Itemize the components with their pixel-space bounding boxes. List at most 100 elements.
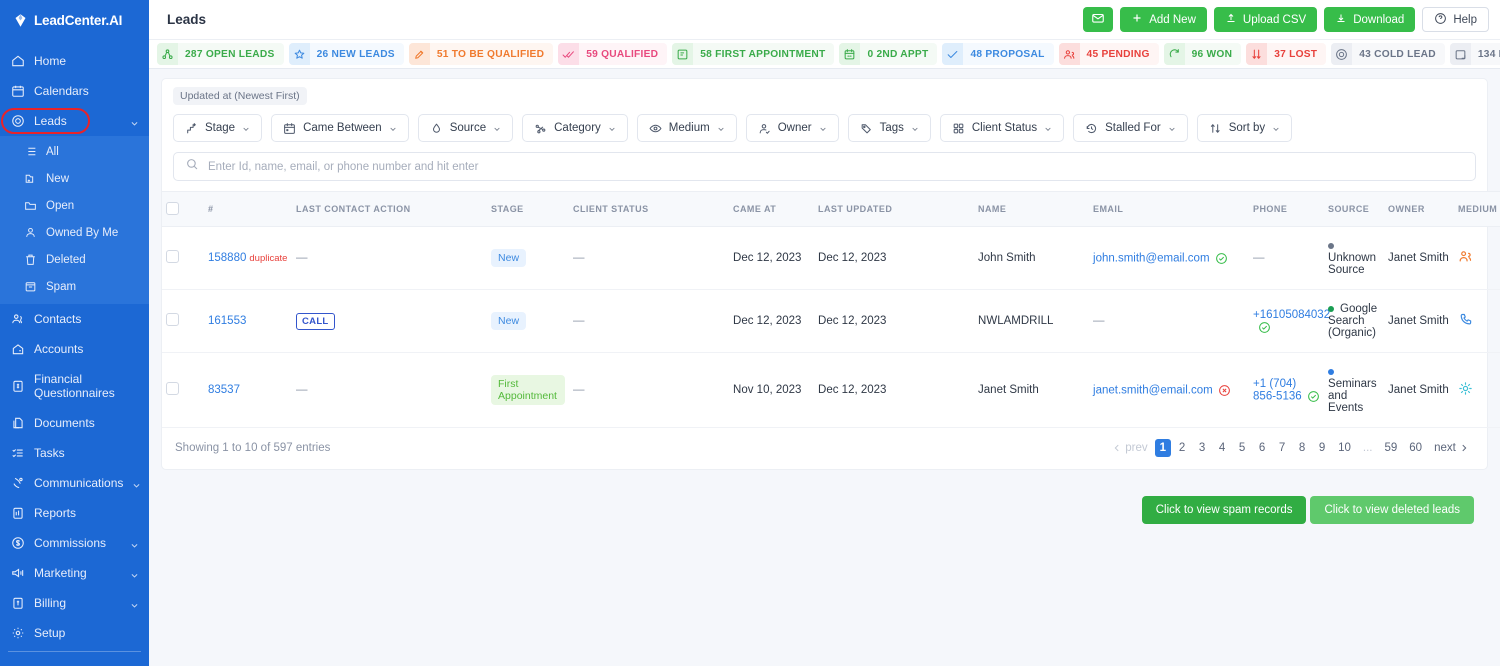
sidebar-item-communications[interactable]: Communications: [0, 468, 149, 498]
filter-stalled-for[interactable]: Stalled For: [1073, 114, 1188, 142]
sidebar-item-tasks[interactable]: Tasks: [0, 438, 149, 468]
status-pill-6[interactable]: 48 PROPOSAL: [942, 43, 1054, 65]
pagination-page[interactable]: 60: [1404, 439, 1427, 457]
upload-csv-button[interactable]: Upload CSV: [1213, 7, 1318, 32]
sort-indicator-row: Updated at (Newest First): [162, 79, 1487, 105]
col-medium[interactable]: MEDIUM: [1454, 191, 1500, 227]
col-id[interactable]: #: [204, 191, 292, 227]
phone-value[interactable]: +16105084032: [1253, 309, 1330, 321]
sidebar-item-leads-spam[interactable]: Spam: [0, 273, 149, 300]
filter-came-between[interactable]: Came Between: [271, 114, 409, 142]
col-source[interactable]: SOURCE: [1324, 191, 1385, 227]
sidebar-item-documents[interactable]: Documents: [0, 408, 149, 438]
sidebar-item-setup[interactable]: Setup: [0, 618, 149, 648]
row-checkbox[interactable]: [166, 250, 179, 263]
col-owner[interactable]: OWNER: [1384, 191, 1455, 227]
row-phone-cell: +16105084032: [1249, 289, 1330, 353]
status-pill-10[interactable]: 43 COLD LEAD: [1331, 43, 1445, 65]
col-email[interactable]: EMAIL: [1089, 191, 1250, 227]
status-pill-2[interactable]: 51 TO BE QUALIFIED: [408, 43, 554, 65]
col-last-updated[interactable]: LAST UPDATED: [814, 191, 975, 227]
download-button[interactable]: Download: [1324, 7, 1416, 32]
pagination-page[interactable]: 7: [1273, 439, 1291, 457]
col-client-status[interactable]: CLIENT STATUS: [569, 191, 730, 227]
sidebar-item-leads-open[interactable]: Open: [0, 192, 149, 219]
status-pill-11[interactable]: 134 DISENGAGED: [1449, 43, 1500, 65]
email-button[interactable]: [1083, 7, 1114, 32]
search-box[interactable]: [173, 152, 1476, 181]
pagination-page[interactable]: 8: [1293, 439, 1311, 457]
help-label: Help: [1453, 13, 1477, 26]
status-pill-8[interactable]: 96 WON: [1163, 43, 1242, 65]
search-input[interactable]: [208, 160, 1464, 173]
status-pill-0[interactable]: 287 OPEN LEADS: [157, 43, 284, 65]
view-deleted-leads-button[interactable]: Click to view deleted leads: [1310, 496, 1474, 524]
email-value[interactable]: janet.smith@email.com: [1093, 384, 1213, 396]
person-check-icon: [758, 122, 771, 135]
lead-id-link[interactable]: 158880: [208, 252, 246, 264]
help-button[interactable]: Help: [1422, 7, 1489, 32]
table-row[interactable]: 158880 duplicate — New — Dec 12, 2023 Dec 12, …: [162, 226, 1500, 290]
pagination-page[interactable]: 9: [1313, 439, 1331, 457]
pagination-page[interactable]: 10: [1333, 439, 1356, 457]
sidebar-item-commissions[interactable]: Commissions: [0, 528, 149, 558]
sidebar-item-leads-all[interactable]: All: [0, 138, 149, 165]
col-last-contact-action[interactable]: LAST CONTACT ACTION: [292, 191, 488, 227]
pagination-page[interactable]: 6: [1253, 439, 1271, 457]
status-pill-5[interactable]: 0 2ND APPT: [839, 43, 938, 65]
filter-stage[interactable]: Stage: [173, 114, 263, 142]
sort-chip[interactable]: Updated at (Newest First): [173, 87, 307, 105]
col-came-at[interactable]: CAME AT: [729, 191, 815, 227]
pagination-page[interactable]: 59: [1379, 439, 1402, 457]
pagination-page[interactable]: 3: [1193, 439, 1211, 457]
lead-id-link[interactable]: 83537: [208, 384, 240, 396]
col-phone[interactable]: PHONE: [1249, 191, 1325, 227]
sidebar-item-leads-owned-by-me[interactable]: Owned By Me: [0, 219, 149, 246]
table-row[interactable]: 161553 CALL New — Dec 12, 2023 Dec 12, 2023 NW…: [162, 289, 1500, 353]
pagination-page[interactable]: 2: [1173, 439, 1191, 457]
filter-medium[interactable]: Medium: [636, 114, 737, 142]
sidebar-item-billing[interactable]: Billing: [0, 588, 149, 618]
sidebar-item-contacts[interactable]: Contacts: [0, 304, 149, 334]
sidebar-item-financial-questionnaires[interactable]: Financial Questionnaires: [0, 364, 149, 408]
status-pill-3[interactable]: 59 QUALIFIED: [558, 43, 668, 65]
status-pill-7[interactable]: 45 PENDING: [1058, 43, 1159, 65]
sidebar-item-home[interactable]: Home: [0, 46, 149, 76]
status-pill-1[interactable]: 26 NEW LEADS: [288, 43, 404, 65]
row-checkbox[interactable]: [166, 382, 179, 395]
sidebar-item-reports[interactable]: Reports: [0, 498, 149, 528]
filter-category[interactable]: Category: [522, 114, 628, 142]
pagination-page[interactable]: 4: [1213, 439, 1231, 457]
email-value[interactable]: john.smith@email.com: [1093, 252, 1210, 264]
status-pill-4[interactable]: 58 FIRST APPOINTMENT: [672, 43, 835, 65]
filter-source[interactable]: Source: [417, 114, 514, 142]
table-row[interactable]: 83537 — First Appointment — Nov 10, 2023 Dec …: [162, 352, 1500, 428]
view-spam-records-button[interactable]: Click to view spam records: [1141, 496, 1307, 524]
sidebar-item-leads-new[interactable]: New: [0, 165, 149, 192]
brand[interactable]: LeadCenter.AI: [0, 0, 149, 40]
add-new-button[interactable]: Add New: [1120, 7, 1207, 32]
sort-arrows-icon: [1209, 122, 1222, 135]
filter-client-status[interactable]: Client Status: [939, 114, 1065, 142]
phone-value[interactable]: +1 (704) 856-5136: [1253, 378, 1302, 403]
sidebar-item-calendars[interactable]: Calendars: [0, 76, 149, 106]
select-all-checkbox[interactable]: [166, 201, 179, 215]
sidebar-item-leads[interactable]: Leads: [0, 106, 149, 136]
pagination-next[interactable]: next: [1429, 439, 1474, 457]
col-name[interactable]: NAME: [974, 191, 1090, 227]
sidebar-item-marketing[interactable]: Marketing: [0, 558, 149, 588]
bottom-actions: Click to view spam records Click to view …: [161, 470, 1488, 524]
pagination-page[interactable]: 5: [1233, 439, 1251, 457]
row-checkbox[interactable]: [166, 313, 179, 326]
sidebar-item-label: Documents: [34, 415, 95, 430]
filter-sort-by[interactable]: Sort by: [1196, 114, 1293, 142]
sidebar-item-leads-deleted[interactable]: Deleted: [0, 246, 149, 273]
search-row: [162, 152, 1487, 191]
lead-id-link[interactable]: 161553: [208, 315, 246, 327]
status-pill-9[interactable]: 37 LOST: [1246, 43, 1327, 65]
pagination-page-active[interactable]: 1: [1154, 439, 1172, 457]
filter-owner[interactable]: Owner: [745, 114, 839, 142]
col-stage[interactable]: STAGE: [487, 191, 570, 227]
filter-tags[interactable]: Tags: [847, 114, 931, 142]
sidebar-item-accounts[interactable]: Accounts: [0, 334, 149, 364]
